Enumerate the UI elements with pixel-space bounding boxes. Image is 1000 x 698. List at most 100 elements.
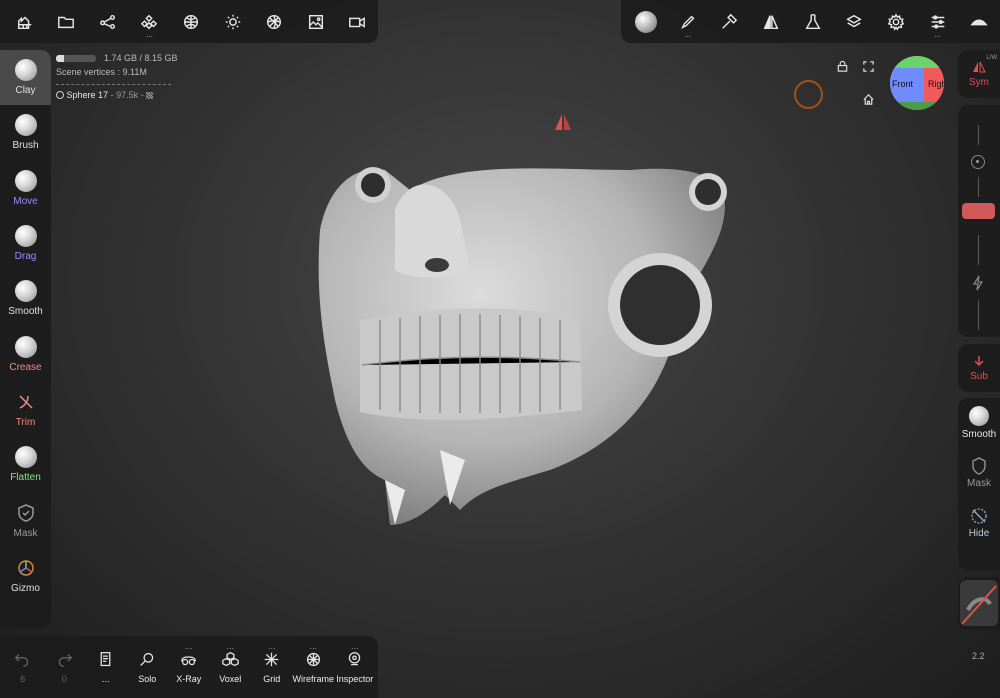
brush-brush-icon [14, 114, 37, 137]
camera-icon[interactable] [337, 0, 379, 43]
checker-icon [146, 92, 154, 99]
memory-bar [56, 55, 96, 63]
tool-move[interactable]: Move [0, 161, 51, 216]
tool-smooth[interactable]: Smooth [0, 271, 51, 326]
mask-shield-icon [972, 457, 986, 475]
top-toolbar-left: ... [0, 0, 378, 43]
redo-button[interactable]: 0 [44, 636, 86, 698]
radius-intensity-block [958, 105, 1000, 337]
tool-brush[interactable]: Brush [0, 105, 51, 160]
clay-brush-icon [14, 59, 37, 82]
symmetry-icon[interactable] [750, 0, 792, 43]
topology-icon[interactable] [170, 0, 212, 43]
left-tool-panel: Clay Brush Move Drag Smooth Crease Trim Flatten… [0, 50, 51, 628]
scene-icon[interactable] [4, 0, 46, 43]
solo-icon [139, 652, 153, 666]
voxel-button[interactable]: … Voxel [210, 636, 252, 698]
top-toolbar-right: ... ... [621, 0, 1000, 43]
info-separator [56, 84, 171, 85]
brush-sphere-icon[interactable] [625, 0, 667, 43]
sub-button[interactable]: Sub [958, 344, 1000, 392]
drag-brush-icon [14, 225, 37, 248]
sculpt-model-mask[interactable] [300, 150, 740, 535]
background-image-icon[interactable] [295, 0, 337, 43]
sphere-icon [56, 91, 64, 99]
tool-label: Mask [13, 527, 38, 539]
tool-drag[interactable]: Drag [0, 216, 51, 271]
quick-tools-block: Smooth Mask Hide [958, 398, 1000, 570]
material-icon[interactable] [253, 0, 295, 43]
more-dots: … [184, 642, 193, 651]
tool-clay[interactable]: Clay [0, 50, 51, 106]
wireframe-icon [306, 652, 320, 666]
tool-label: Clay [15, 85, 36, 97]
xray-icon [181, 655, 197, 665]
symmetry-block: Sym L/W [958, 50, 1000, 98]
undo-button[interactable]: 6 [2, 636, 44, 698]
intensity-icon [972, 275, 984, 296]
grid-label: Grid [263, 673, 281, 684]
scene-tree-icon[interactable]: ... [129, 0, 171, 43]
pivot-indicator[interactable] [794, 80, 823, 109]
radius-slider-handle[interactable] [962, 203, 995, 219]
intensity-slider-track-lower [978, 300, 979, 330]
settings-gear-icon[interactable] [875, 0, 917, 43]
tool-trim[interactable]: Trim [0, 382, 51, 437]
tool-label: Gizmo [11, 582, 40, 594]
tool-label: Drag [14, 251, 37, 263]
object-detail: - 97.5k - [110, 90, 144, 100]
tool-flatten[interactable]: Flatten [0, 437, 51, 492]
lock-icon[interactable] [836, 60, 849, 78]
radius-slider-track [978, 125, 979, 145]
home-icon[interactable] [862, 93, 875, 111]
stroke-icon[interactable]: ... [667, 0, 709, 43]
more-dots: … [226, 642, 235, 651]
trim-icon [15, 391, 37, 413]
fullscreen-icon[interactable] [862, 60, 875, 78]
vertices-label: Scene vertices : [56, 67, 121, 77]
sym-icon [973, 61, 986, 72]
more-dots: … [309, 642, 318, 651]
hide-ui-icon[interactable] [958, 0, 1000, 43]
tool-crease[interactable]: Crease [0, 326, 51, 381]
view-cube[interactable]: Front Right [890, 56, 944, 110]
sliders-icon[interactable]: ... [917, 0, 959, 43]
solo-button[interactable]: Solo [127, 636, 169, 698]
smooth-quick-button[interactable]: Smooth [958, 398, 1000, 448]
history-button[interactable]: ... [85, 636, 127, 698]
more-dots: … [267, 642, 276, 651]
layers-icon[interactable] [833, 0, 875, 43]
share-icon[interactable] [87, 0, 129, 43]
inspector-label: Inspector [336, 673, 374, 684]
cube-bottom-face [890, 102, 944, 110]
grid-button[interactable]: … Grid [251, 636, 293, 698]
grid-icon [264, 652, 279, 666]
disable-stroke-toggle[interactable] [960, 580, 998, 626]
hide-quick-button[interactable]: Hide [958, 498, 1000, 548]
hide-quick-label: Hide [968, 528, 990, 539]
flask-icon[interactable] [792, 0, 834, 43]
folder-icon[interactable] [46, 0, 88, 43]
crease-brush-icon [14, 335, 37, 358]
inspector-button[interactable]: … Inspector [334, 636, 376, 698]
memory-bar-fill [56, 55, 65, 63]
hammer-icon[interactable] [708, 0, 750, 43]
xray-label: X-Ray [176, 673, 202, 684]
tool-mask[interactable]: Mask [0, 492, 51, 547]
wireframe-button[interactable]: … Wireframe [293, 636, 335, 698]
smooth-quick-label: Smooth [961, 429, 997, 440]
history-icon [100, 651, 111, 666]
subdivision-block: Sub [958, 344, 1000, 392]
more-dots: … [350, 642, 359, 651]
move-brush-icon [14, 169, 37, 192]
cube-right-label: Right [928, 79, 944, 89]
voxel-icon [221, 651, 239, 666]
active-object[interactable]: Sphere 17 - 97.5k - [56, 90, 178, 100]
sym-button[interactable]: Sym L/W [958, 50, 1000, 98]
intensity-slider-track[interactable] [978, 235, 979, 265]
tool-label: Trim [15, 416, 36, 428]
light-icon[interactable] [212, 0, 254, 43]
tool-gizmo[interactable]: Gizmo [0, 548, 51, 603]
xray-button[interactable]: … X-Ray [168, 636, 210, 698]
mask-quick-button[interactable]: Mask [958, 448, 1000, 498]
